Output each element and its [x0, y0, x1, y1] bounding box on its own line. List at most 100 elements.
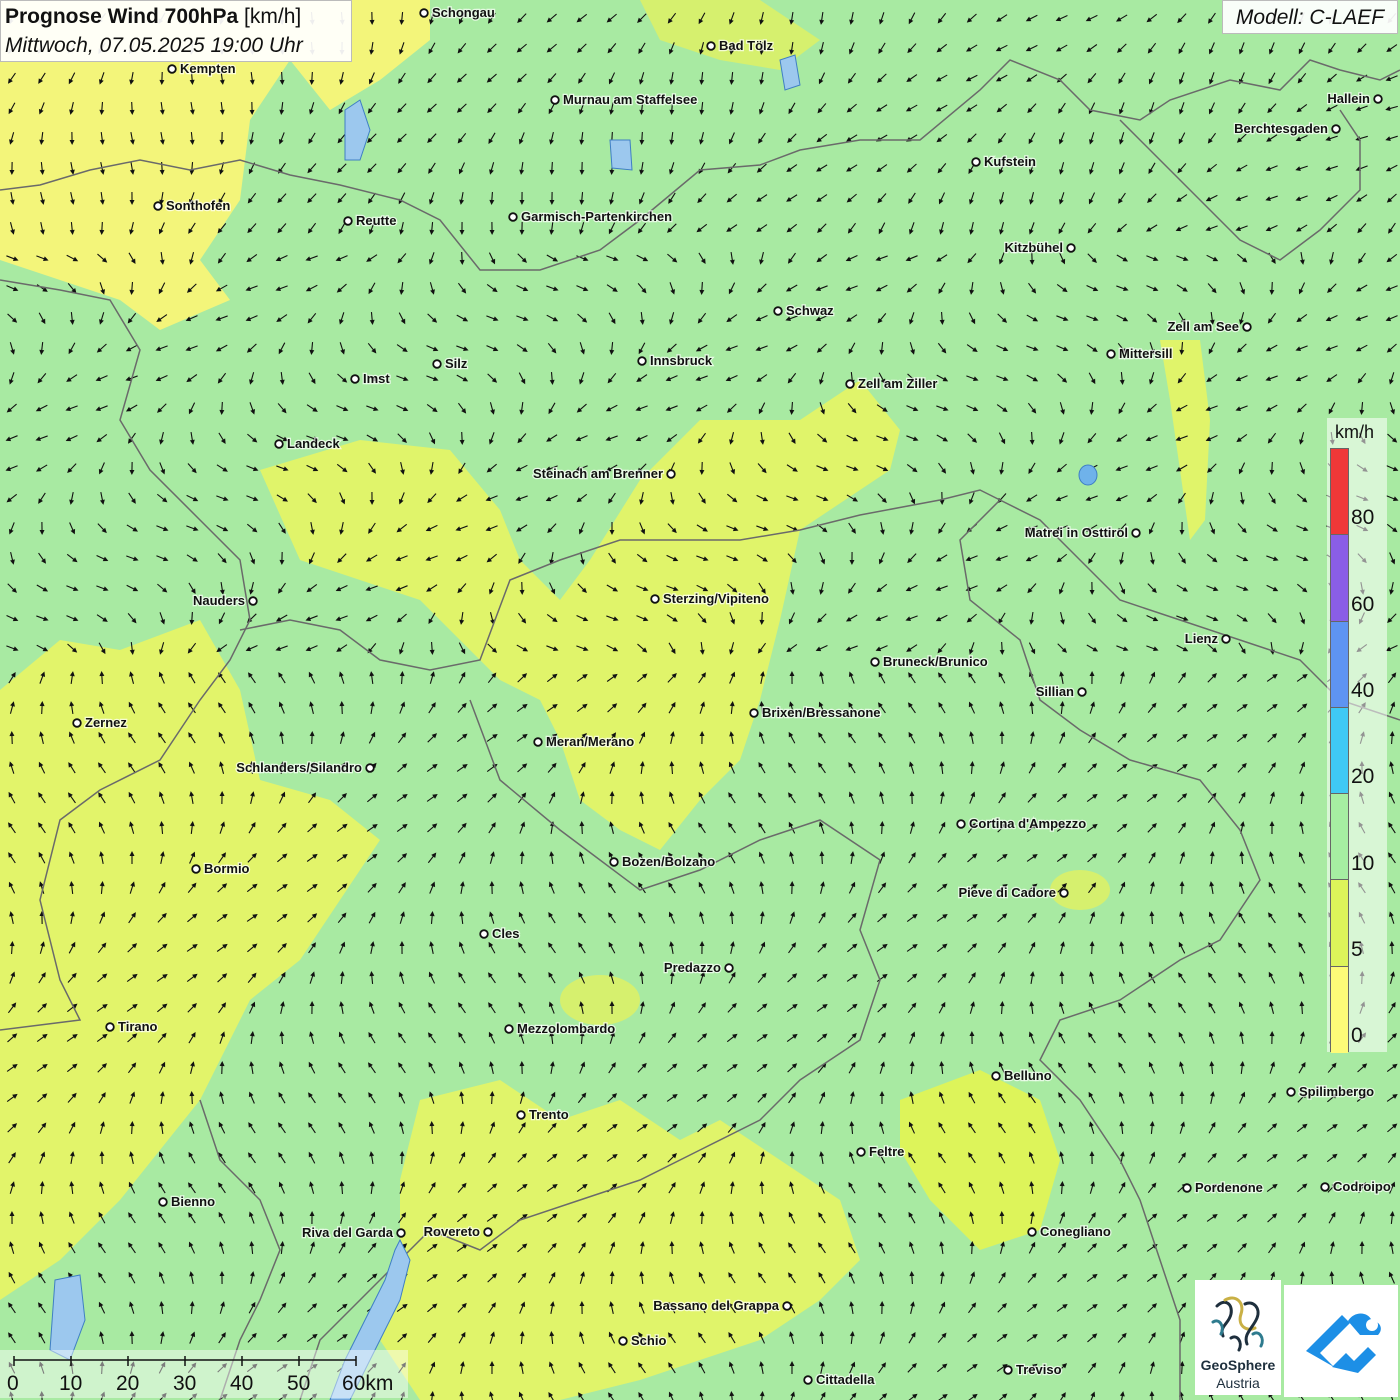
city-label: Predazzo — [664, 960, 721, 975]
city-label: Innsbruck — [650, 353, 713, 368]
city-dot — [1221, 634, 1231, 644]
city-marker: Bassano del Grappa — [652, 1297, 792, 1314]
city-dot — [1182, 1183, 1192, 1193]
city-marker: Meran/Merano — [533, 733, 635, 750]
geosphere-emblem-icon — [1211, 1296, 1264, 1352]
city-dot — [845, 379, 855, 389]
legend-color-segment — [1331, 794, 1348, 881]
map-title: Prognose Wind 700hPa [km/h] — [5, 5, 301, 29]
city-label: Tirano — [118, 1019, 158, 1034]
city-marker: Conegliano — [1027, 1223, 1112, 1240]
city-dot — [666, 469, 676, 479]
city-label: Reutte — [356, 213, 396, 228]
city-label: Bassano del Grappa — [653, 1298, 779, 1313]
city-label: Cortina d'Ampezzo — [969, 816, 1086, 831]
city-dot — [504, 1024, 514, 1034]
calm-spot-1 — [560, 975, 640, 1025]
city-dot — [706, 41, 716, 51]
wind-map: Schongau Bad Tölz Kempten Murnau am Staffel… — [0, 0, 1400, 1400]
city-marker: Spilimbergo — [1286, 1083, 1375, 1100]
weather-app-icon — [1306, 1313, 1381, 1373]
color-legend: km/h 80 60 40 20 10 5 0 — [1327, 418, 1387, 1054]
lake-north-2 — [609, 139, 633, 171]
city-dot — [167, 64, 177, 74]
city-label: Riva del Garda — [302, 1225, 394, 1240]
city-marker: Berchtesgaden — [1233, 120, 1341, 137]
legend-label: 10 — [1351, 852, 1375, 875]
city-marker: Pordenone — [1182, 1179, 1264, 1196]
legend-label: 5 — [1351, 938, 1363, 961]
scale-label: 50 — [287, 1372, 311, 1395]
city-marker: Bruneck/Brunico — [870, 653, 989, 670]
city-dot — [105, 1022, 115, 1032]
geosphere-country: Austria — [1216, 1375, 1260, 1391]
city-marker: Schongau — [419, 4, 496, 21]
city-dot — [1003, 1365, 1013, 1375]
city-label: Cles — [492, 926, 519, 941]
city-label: Bozen/Bolzano — [622, 854, 715, 869]
city-dot — [365, 763, 375, 773]
city-dot — [396, 1228, 406, 1238]
city-dot — [516, 1110, 526, 1120]
city-dot — [637, 356, 647, 366]
scale-label: 30 — [173, 1372, 197, 1395]
legend-color-segment — [1331, 707, 1348, 795]
forecast-datetime: Mittwoch, 07.05.2025 19:00 Uhr — [5, 34, 303, 57]
city-dot — [609, 857, 619, 867]
city-label: Sillian — [1036, 684, 1074, 699]
model-label: Modell: C-LAEF — [1222, 0, 1398, 34]
city-label: Belluno — [1004, 1068, 1052, 1083]
city-marker: Bozen/Bolzano — [609, 853, 716, 870]
city-marker: Sonthofen — [153, 197, 232, 214]
city-dot — [479, 929, 489, 939]
city-dot — [1373, 94, 1383, 104]
geosphere-logo[interactable]: GeoSphere Austria — [1195, 1280, 1281, 1395]
city-label: Kitzbühel — [1005, 240, 1064, 255]
city-dot — [1106, 349, 1116, 359]
city-label: Meran/Merano — [546, 734, 634, 749]
city-label: Cittadella — [816, 1372, 875, 1387]
legend-label: 20 — [1351, 765, 1375, 788]
city-label: Schio — [631, 1333, 666, 1348]
city-label: Imst — [363, 371, 390, 386]
city-marker: Zell am See — [1166, 318, 1252, 335]
city-dot — [432, 359, 442, 369]
legend-label: 0 — [1351, 1024, 1363, 1047]
scale-label: 60km — [342, 1372, 394, 1395]
city-label: Hallein — [1327, 91, 1370, 106]
weather-app-logo[interactable] — [1284, 1285, 1398, 1397]
city-label: Pordenone — [1195, 1180, 1263, 1195]
legend-unit: km/h — [1335, 422, 1375, 442]
legend-color-bar — [1330, 448, 1349, 1054]
city-dot — [956, 819, 966, 829]
city-marker: Cortina d'Ampezzo — [956, 815, 1088, 832]
city-dot — [856, 1147, 866, 1157]
city-marker: Pieve di Cadore — [957, 884, 1069, 901]
scale-label: 40 — [230, 1372, 254, 1395]
calm-spot-2 — [1050, 870, 1110, 910]
city-label: Landeck — [287, 436, 341, 451]
lake-pale-1 — [1078, 464, 1098, 486]
city-label: Silz — [445, 356, 468, 371]
city-label: Trento — [529, 1107, 569, 1122]
city-label: Spilimbergo — [1299, 1084, 1374, 1099]
city-label: Kufstein — [984, 154, 1036, 169]
city-dot — [1077, 687, 1087, 697]
city-label: Rovereto — [424, 1224, 480, 1239]
city-dot — [191, 864, 201, 874]
city-dot — [803, 1375, 813, 1385]
scale-label: 0 — [7, 1372, 19, 1395]
city-dot — [650, 594, 660, 604]
city-dot — [870, 657, 880, 667]
city-label: Zell am Ziller — [858, 376, 937, 391]
city-label: Lienz — [1185, 631, 1219, 646]
geosphere-name: GeoSphere — [1200, 1357, 1276, 1373]
city-label: Bienno — [171, 1194, 215, 1209]
city-label: Zell am See — [1167, 319, 1239, 334]
city-dot — [483, 1227, 493, 1237]
city-label: Bad Tölz — [719, 38, 774, 53]
city-label: Bruneck/Brunico — [883, 654, 988, 669]
legend-color-segment — [1331, 449, 1348, 536]
city-dot — [350, 374, 360, 384]
city-dot — [1066, 243, 1076, 253]
